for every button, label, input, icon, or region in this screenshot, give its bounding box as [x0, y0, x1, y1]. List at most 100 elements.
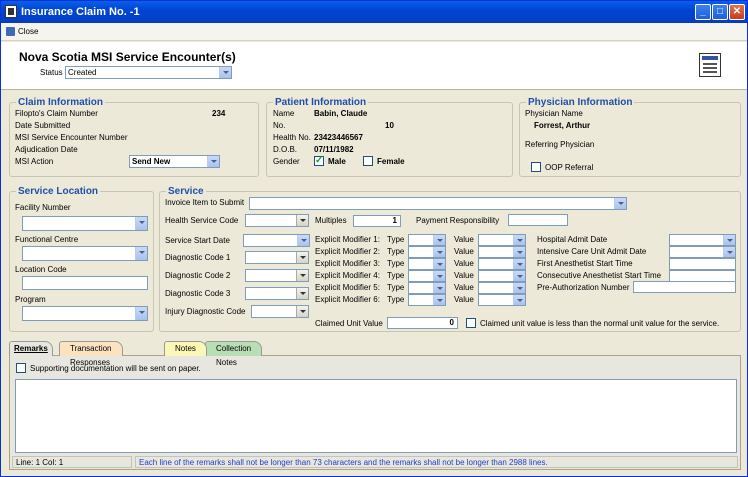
- diagnostic-code-1-select[interactable]: [245, 251, 309, 264]
- referring-physician-label: Referring Physician: [525, 140, 595, 149]
- gender-label: Gender: [273, 157, 300, 166]
- modifier-3-value-select[interactable]: [478, 258, 526, 270]
- health-service-code-label: Health Service Code: [165, 216, 239, 225]
- location-code-input[interactable]: [22, 276, 148, 290]
- modifier-3-type-select[interactable]: [408, 258, 446, 270]
- minimize-button[interactable]: _: [695, 4, 711, 20]
- payment-responsibility-input[interactable]: [508, 214, 568, 226]
- modifier-2-value-label: Value: [454, 247, 474, 256]
- female-checkbox[interactable]: [363, 156, 373, 166]
- program-label: Program: [15, 295, 46, 304]
- program-select[interactable]: [22, 306, 148, 321]
- chevron-down-icon: [297, 235, 309, 246]
- msi-action-label: MSI Action: [15, 157, 54, 166]
- health-no-value: 23423446567: [314, 133, 363, 142]
- physician-name-label: Physician Name: [525, 109, 583, 118]
- functional-centre-label: Functional Centre: [15, 235, 79, 244]
- invoice-item-select[interactable]: [249, 197, 627, 210]
- chevron-down-icon: [296, 306, 308, 317]
- functional-centre-select[interactable]: [22, 246, 148, 261]
- health-service-code-select[interactable]: [245, 214, 309, 227]
- app-icon: [5, 5, 17, 18]
- chevron-down-icon: [513, 271, 525, 281]
- claim-information-title: Claim Information: [16, 97, 106, 108]
- physician-name-value: Forrest, Arthur: [534, 121, 591, 130]
- female-label: Female: [377, 157, 405, 166]
- service-location-title: Service Location: [16, 186, 101, 197]
- modifier-1-value-label: Value: [454, 235, 474, 244]
- status-select-value: Created: [68, 68, 97, 77]
- claim-number-value: 234: [212, 109, 226, 118]
- icu-admit-date-picker[interactable]: [669, 246, 736, 258]
- close-button[interactable]: Close: [6, 26, 38, 38]
- window-title: Insurance Claim No. -1: [21, 6, 140, 18]
- patient-information-group: Patient Information Name Babin, Claude N…: [266, 97, 513, 177]
- service-start-date-picker[interactable]: [243, 234, 310, 247]
- adjudication-date-label: Adjudication Date: [15, 145, 78, 154]
- male-checkbox[interactable]: [314, 155, 324, 166]
- modifier-4-label: Explicit Modifier 4:: [315, 271, 380, 280]
- physician-information-title: Physician Information: [526, 97, 635, 108]
- remarks-textarea[interactable]: [15, 379, 737, 453]
- injury-diagnostic-code-select[interactable]: [251, 305, 309, 318]
- multiples-input[interactable]: 1: [353, 215, 401, 227]
- chevron-down-icon: [614, 198, 626, 209]
- exit-icon: [6, 27, 15, 36]
- modifier-5-type-select[interactable]: [408, 282, 446, 294]
- maximize-button[interactable]: □: [712, 4, 728, 20]
- modifier-4-value-select[interactable]: [478, 270, 526, 282]
- chevron-down-icon: [723, 247, 735, 257]
- tab-notes[interactable]: Notes: [164, 341, 207, 356]
- hospital-admit-date-picker[interactable]: [669, 234, 736, 246]
- tab-remarks[interactable]: Remarks: [9, 341, 53, 356]
- modifier-2-value-select[interactable]: [478, 246, 526, 258]
- title-bar: Insurance Claim No. -1 _ □ ✕: [1, 1, 747, 23]
- tab-transaction-responses[interactable]: Transaction Responses: [59, 341, 123, 367]
- chevron-down-icon: [135, 247, 147, 260]
- claim-information-group: Claim Information Filopto's Claim Number…: [9, 97, 259, 177]
- facility-number-select[interactable]: [22, 216, 148, 231]
- msi-action-select[interactable]: Send New: [129, 155, 220, 168]
- chevron-down-icon: [296, 215, 308, 226]
- claim-number-label: Filopto's Claim Number: [15, 109, 98, 118]
- modifier-3-value-label: Value: [454, 259, 474, 268]
- modifier-6-value-select[interactable]: [478, 294, 526, 306]
- diagnostic-code-2-label: Diagnostic Code 2: [165, 271, 231, 280]
- date-submitted-label: Date Submitted: [15, 121, 71, 130]
- claimed-unit-value-input[interactable]: 0: [387, 317, 458, 329]
- pre-authorization-input[interactable]: [633, 281, 736, 293]
- patient-no-label: No.: [273, 121, 286, 130]
- tab-collection-notes[interactable]: Collection Notes: [205, 341, 263, 367]
- toolbar: Close: [1, 23, 747, 41]
- modifier-6-type-select[interactable]: [408, 294, 446, 306]
- form-icon[interactable]: [699, 53, 721, 77]
- chevron-down-icon: [296, 288, 308, 299]
- supporting-docs-label: Supporting documentation will be sent on…: [30, 364, 201, 373]
- diagnostic-code-3-select[interactable]: [245, 287, 309, 300]
- page-title: Nova Scotia MSI Service Encounter(s): [19, 50, 236, 64]
- supporting-docs-checkbox[interactable]: [16, 363, 26, 373]
- modifier-5-value-select[interactable]: [478, 282, 526, 294]
- claimed-less-checkbox[interactable]: [466, 318, 476, 328]
- patient-name-label: Name: [273, 109, 295, 118]
- status-select[interactable]: Created: [65, 66, 232, 79]
- close-window-button[interactable]: ✕: [729, 4, 745, 20]
- modifier-1-type-select[interactable]: [408, 234, 446, 246]
- chevron-down-icon: [433, 247, 445, 257]
- icu-admit-date-label: Intensive Care Unit Admit Date: [537, 247, 647, 256]
- diagnostic-code-2-select[interactable]: [245, 269, 309, 282]
- modifier-2-type-select[interactable]: [408, 246, 446, 258]
- modifier-2-type-label: Type: [387, 247, 405, 256]
- service-start-date-label: Service Start Date: [165, 236, 230, 245]
- modifier-4-type-select[interactable]: [408, 270, 446, 282]
- facility-number-label: Facility Number: [15, 203, 71, 212]
- first-anesthetist-label: First Anesthetist Start Time: [537, 259, 633, 268]
- hospital-admit-date-label: Hospital Admit Date: [537, 235, 608, 244]
- modifier-1-value-select[interactable]: [478, 234, 526, 246]
- oop-referral-checkbox[interactable]: [531, 162, 541, 172]
- remarks-panel: Supporting documentation will be sent on…: [9, 355, 741, 470]
- header: Nova Scotia MSI Service Encounter(s) Sta…: [1, 42, 747, 90]
- dob-value: 07/11/1982: [314, 145, 354, 154]
- modifier-6-type-label: Type: [387, 295, 405, 304]
- first-anesthetist-input[interactable]: [669, 258, 736, 270]
